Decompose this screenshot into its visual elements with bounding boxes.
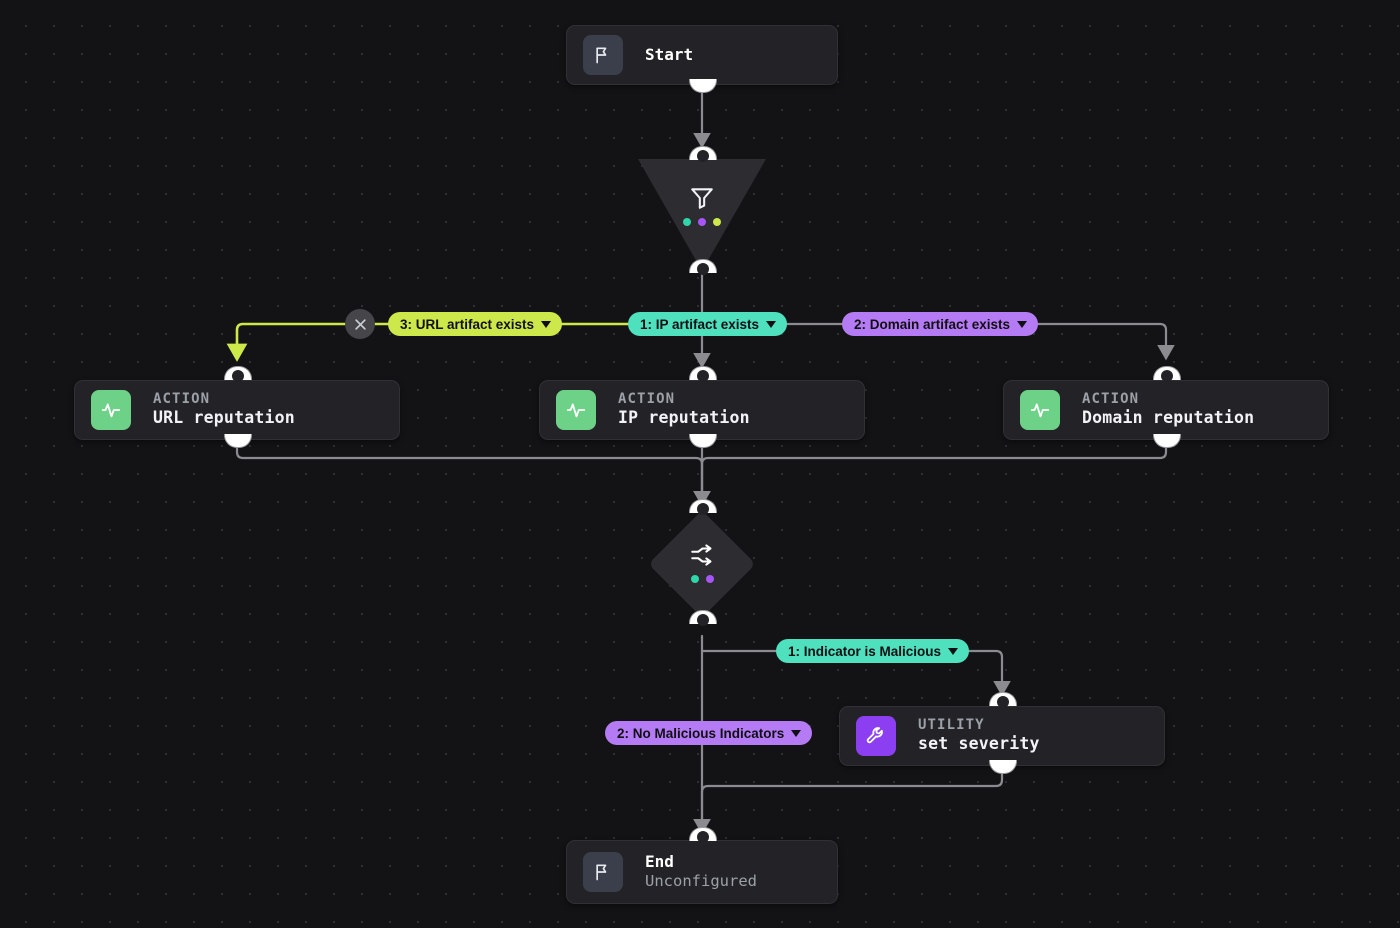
activity-pulse-icon [556, 390, 596, 430]
chevron-down-icon[interactable] [791, 729, 802, 737]
decision-icon-group [648, 542, 756, 583]
activity-pulse-icon [91, 390, 131, 430]
edge-label-ip-branch[interactable]: 1: IP artifact exists [628, 312, 788, 336]
node-title: set severity [918, 734, 1040, 754]
funnel-icon [691, 188, 713, 209]
url-reputation-input-port[interactable] [224, 366, 252, 382]
edge-label-text: 2: Domain artifact exists [854, 316, 1011, 332]
edge-url-out [235, 442, 711, 507]
node-filter[interactable] [638, 159, 766, 271]
node-title: IP reputation [618, 408, 750, 428]
edge-label-text: 3: URL artifact exists [400, 316, 535, 332]
start-output-port[interactable] [689, 79, 717, 93]
start-title: Start [645, 45, 694, 64]
domain-reputation-input-port[interactable] [1153, 366, 1181, 382]
node-ip-reputation[interactable]: ACTION IP reputation [539, 380, 865, 440]
edge-domain-out [693, 442, 1168, 507]
node-kind-label: ACTION [153, 390, 211, 407]
node-title: Domain reputation [1082, 408, 1255, 428]
filter-icon-group [638, 185, 766, 226]
set-severity-output-port[interactable] [989, 760, 1017, 774]
end-title: End [645, 852, 674, 872]
branch-dot-1 [690, 575, 699, 583]
edge-label-text: 1: IP artifact exists [640, 316, 760, 332]
chevron-down-icon[interactable] [1017, 320, 1028, 328]
branch-dot-3 [713, 218, 721, 226]
edge-layer [226, 90, 1175, 835]
flag-icon [583, 852, 623, 892]
branch-dot-1 [683, 218, 691, 226]
edge-label-domain-branch[interactable]: 2: Domain artifact exists [842, 312, 1039, 336]
node-title: URL reputation [153, 408, 295, 428]
node-end[interactable]: End Unconfigured [566, 840, 838, 904]
edge-label-malicious[interactable]: 1: Indicator is Malicious [776, 639, 970, 663]
branch-dot-2 [705, 575, 714, 583]
node-url-reputation[interactable]: ACTION URL reputation [74, 380, 400, 440]
edge-label-text: 1: Indicator is Malicious [788, 643, 942, 659]
url-reputation-output-port[interactable] [224, 434, 252, 448]
node-kind-label: ACTION [1082, 390, 1140, 407]
filter-branch-dots [683, 218, 721, 226]
node-kind-label: UTILITY [918, 716, 985, 733]
node-decision[interactable] [648, 510, 756, 618]
workflow-canvas[interactable]: Start 3: URL artifact exists 1: IP artif… [0, 0, 1400, 928]
wrench-icon [856, 716, 896, 756]
edge-label-no-malicious[interactable]: 2: No Malicious Indicators [605, 721, 813, 745]
close-x-icon [354, 318, 366, 330]
domain-reputation-output-port[interactable] [1153, 434, 1181, 448]
node-start[interactable]: Start [566, 25, 838, 85]
decision-branch-dots [690, 575, 714, 583]
chevron-down-icon[interactable] [948, 647, 959, 655]
branch-arrows-icon [691, 544, 712, 566]
decision-input-port[interactable] [689, 499, 717, 515]
edge-label-url-branch[interactable]: 3: URL artifact exists [388, 312, 563, 336]
end-input-port[interactable] [689, 827, 717, 843]
activity-pulse-icon [1020, 390, 1060, 430]
chevron-down-icon[interactable] [766, 320, 777, 328]
chevron-down-icon[interactable] [541, 320, 552, 328]
ip-reputation-output-port[interactable] [689, 434, 717, 448]
filter-input-port[interactable] [689, 146, 717, 162]
end-subtitle: Unconfigured [645, 872, 757, 891]
delete-edge-button[interactable] [345, 309, 375, 339]
branch-dot-2 [698, 218, 706, 226]
edge-severity-out [693, 770, 1004, 835]
node-set-severity[interactable]: UTILITY set severity [839, 706, 1165, 766]
set-severity-input-port[interactable] [989, 692, 1017, 708]
edge-label-text: 2: No Malicious Indicators [617, 725, 785, 741]
node-domain-reputation[interactable]: ACTION Domain reputation [1003, 380, 1329, 440]
node-kind-label: ACTION [618, 390, 676, 407]
flag-icon [583, 35, 623, 75]
ip-reputation-input-port[interactable] [689, 366, 717, 382]
